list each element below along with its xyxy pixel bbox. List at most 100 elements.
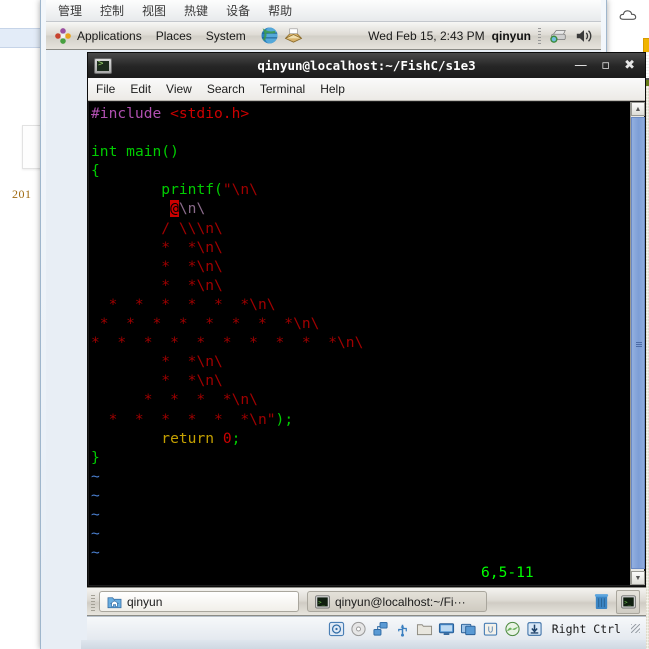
terminal-menu-file[interactable]: File — [96, 82, 115, 96]
terminal-screen[interactable]: #include <stdio.h> int main(){ printf("\… — [89, 102, 632, 585]
vm-menu-hotkey[interactable]: 热键 — [184, 2, 208, 19]
vim-token: "\n\ — [222, 181, 258, 199]
terminal-menu-search[interactable]: Search — [207, 82, 245, 96]
vm-menu-manage[interactable]: 管理 — [58, 2, 82, 19]
minimize-button[interactable]: — — [574, 59, 587, 72]
scrollbar-thumb[interactable] — [631, 117, 645, 569]
vim-token: * * * * * *\n\ — [108, 295, 276, 313]
vim-token: * *\n\ — [161, 353, 223, 371]
network-icon[interactable] — [548, 27, 568, 45]
vim-token: ~ — [91, 544, 100, 562]
vim-token: \n\ — [178, 200, 206, 218]
gnome-menu-system[interactable]: System — [206, 29, 246, 43]
vim-token: 0 — [222, 429, 232, 447]
vim-token — [91, 181, 161, 198]
svg-text:>_: >_ — [624, 599, 631, 605]
terminal-menubar: File Edit View Search Terminal Help — [88, 78, 645, 101]
trash-icon[interactable] — [590, 591, 612, 613]
shared-folder-icon[interactable] — [416, 621, 433, 637]
vim-line: { — [91, 161, 363, 180]
vim-line: return 0; — [91, 429, 363, 448]
clock-label[interactable]: Wed Feb 15, 2:43 PM — [368, 29, 485, 43]
terminal-menu-view[interactable]: View — [166, 82, 192, 96]
vim-token: #include — [91, 105, 171, 122]
email-icon[interactable] — [284, 26, 303, 45]
hard-disk-icon[interactable] — [328, 621, 345, 637]
vim-line: #include <stdio.h> — [91, 104, 363, 123]
vim-line: * * * * * *\n\ — [91, 295, 363, 314]
vim-token: ); — [275, 410, 294, 428]
scrollbar-up-button[interactable]: ▲ — [631, 102, 645, 116]
vim-token: printf( — [161, 181, 223, 199]
vim-token: * * * * * *\n — [108, 410, 267, 428]
network-icon[interactable] — [372, 621, 389, 637]
terminal-titlebar[interactable]: qinyun@localhost:~/FishC/s1e3 — ▫ ✖ — [88, 53, 645, 78]
vim-line: * * * *\n\ — [91, 390, 363, 409]
vim-token: main() — [126, 143, 179, 161]
optical-disc-icon[interactable] — [350, 621, 367, 637]
vim-line — [91, 123, 363, 142]
close-button[interactable]: ✖ — [624, 59, 635, 72]
vm-menu-control[interactable]: 控制 — [100, 2, 124, 19]
window-icon[interactable] — [460, 621, 477, 637]
terminal-scrollbar[interactable]: ▲ ▼ — [630, 102, 645, 585]
cpu-icon[interactable]: U — [482, 621, 499, 637]
vim-token: <stdio.h> — [170, 105, 250, 122]
web-browser-icon[interactable] — [260, 26, 279, 45]
vm-statusbar: U Right Ctrl — [87, 616, 646, 640]
vim-token: * *\n\ — [161, 276, 223, 294]
globe-icon[interactable] — [504, 621, 521, 637]
vim-line: int main() — [91, 142, 363, 161]
vim-token — [91, 200, 170, 217]
gnome-menu-applications[interactable]: Applications — [77, 29, 142, 43]
scrollbar-down-button[interactable]: ▼ — [631, 571, 645, 585]
vm-menu-view[interactable]: 视图 — [142, 2, 166, 19]
display-icon[interactable] — [438, 621, 455, 637]
host-key-label: Right Ctrl — [551, 621, 621, 636]
vim-token: } — [91, 448, 100, 466]
taskbar-item-label: qinyun@localhost:~/Fi··· — [335, 594, 466, 609]
vim-line: * *\n\ — [91, 371, 363, 390]
usb-icon[interactable] — [394, 621, 411, 637]
vm-bottom-filler — [81, 640, 646, 649]
vim-token — [91, 258, 161, 275]
vim-line: ~ — [91, 543, 363, 562]
gnome-menu-places[interactable]: Places — [156, 29, 192, 43]
maximize-button[interactable]: ▫ — [601, 59, 610, 72]
terminal-icon — [94, 57, 112, 74]
vim-line: * *\n\ — [91, 238, 363, 257]
cloud-icon — [619, 10, 637, 20]
download-icon[interactable] — [526, 621, 543, 637]
terminal-tray-icon[interactable]: >_ — [616, 589, 640, 614]
taskbar-item-terminal[interactable]: >_ qinyun@localhost:~/Fi··· — [307, 591, 487, 612]
vim-token: " — [266, 410, 276, 428]
terminal-menu-help[interactable]: Help — [320, 82, 345, 96]
vim-status-line: 6,5-11 All — [91, 564, 632, 581]
vim-token: ; — [231, 429, 241, 447]
vim-line: * *\n\ — [91, 257, 363, 276]
vim-cursor-position: 6,5-11 — [481, 564, 534, 581]
vim-line: } — [91, 448, 363, 467]
vim-token — [91, 353, 161, 370]
vim-cursor: @ — [170, 200, 179, 218]
vim-token — [91, 391, 144, 408]
terminal-menu-edit[interactable]: Edit — [130, 82, 151, 96]
vm-menubar: 管理 控制 视图 热键 设备 帮助 — [46, 0, 601, 22]
vim-token: ~ — [91, 467, 100, 485]
taskbar-tray: >_ — [590, 589, 642, 614]
terminal-menu-terminal[interactable]: Terminal — [260, 82, 305, 96]
volume-icon[interactable] — [575, 27, 593, 45]
background-yellow-tab — [643, 38, 649, 53]
centos-logo-icon[interactable] — [54, 27, 72, 45]
panel-separator — [538, 27, 541, 44]
vim-token: ~ — [91, 505, 100, 523]
vm-menu-help[interactable]: 帮助 — [268, 2, 292, 19]
svg-text:>_: >_ — [318, 599, 325, 605]
resize-grip[interactable] — [631, 624, 640, 633]
username-label[interactable]: qinyun — [492, 29, 531, 43]
taskbar-item-file-manager[interactable]: qinyun — [99, 591, 299, 612]
taskbar-grip[interactable] — [91, 592, 95, 611]
vim-line: * * * * * * * * * *\n\ — [91, 333, 363, 352]
vim-token: / \\\n\ — [161, 219, 223, 237]
vm-menu-device[interactable]: 设备 — [226, 2, 250, 19]
